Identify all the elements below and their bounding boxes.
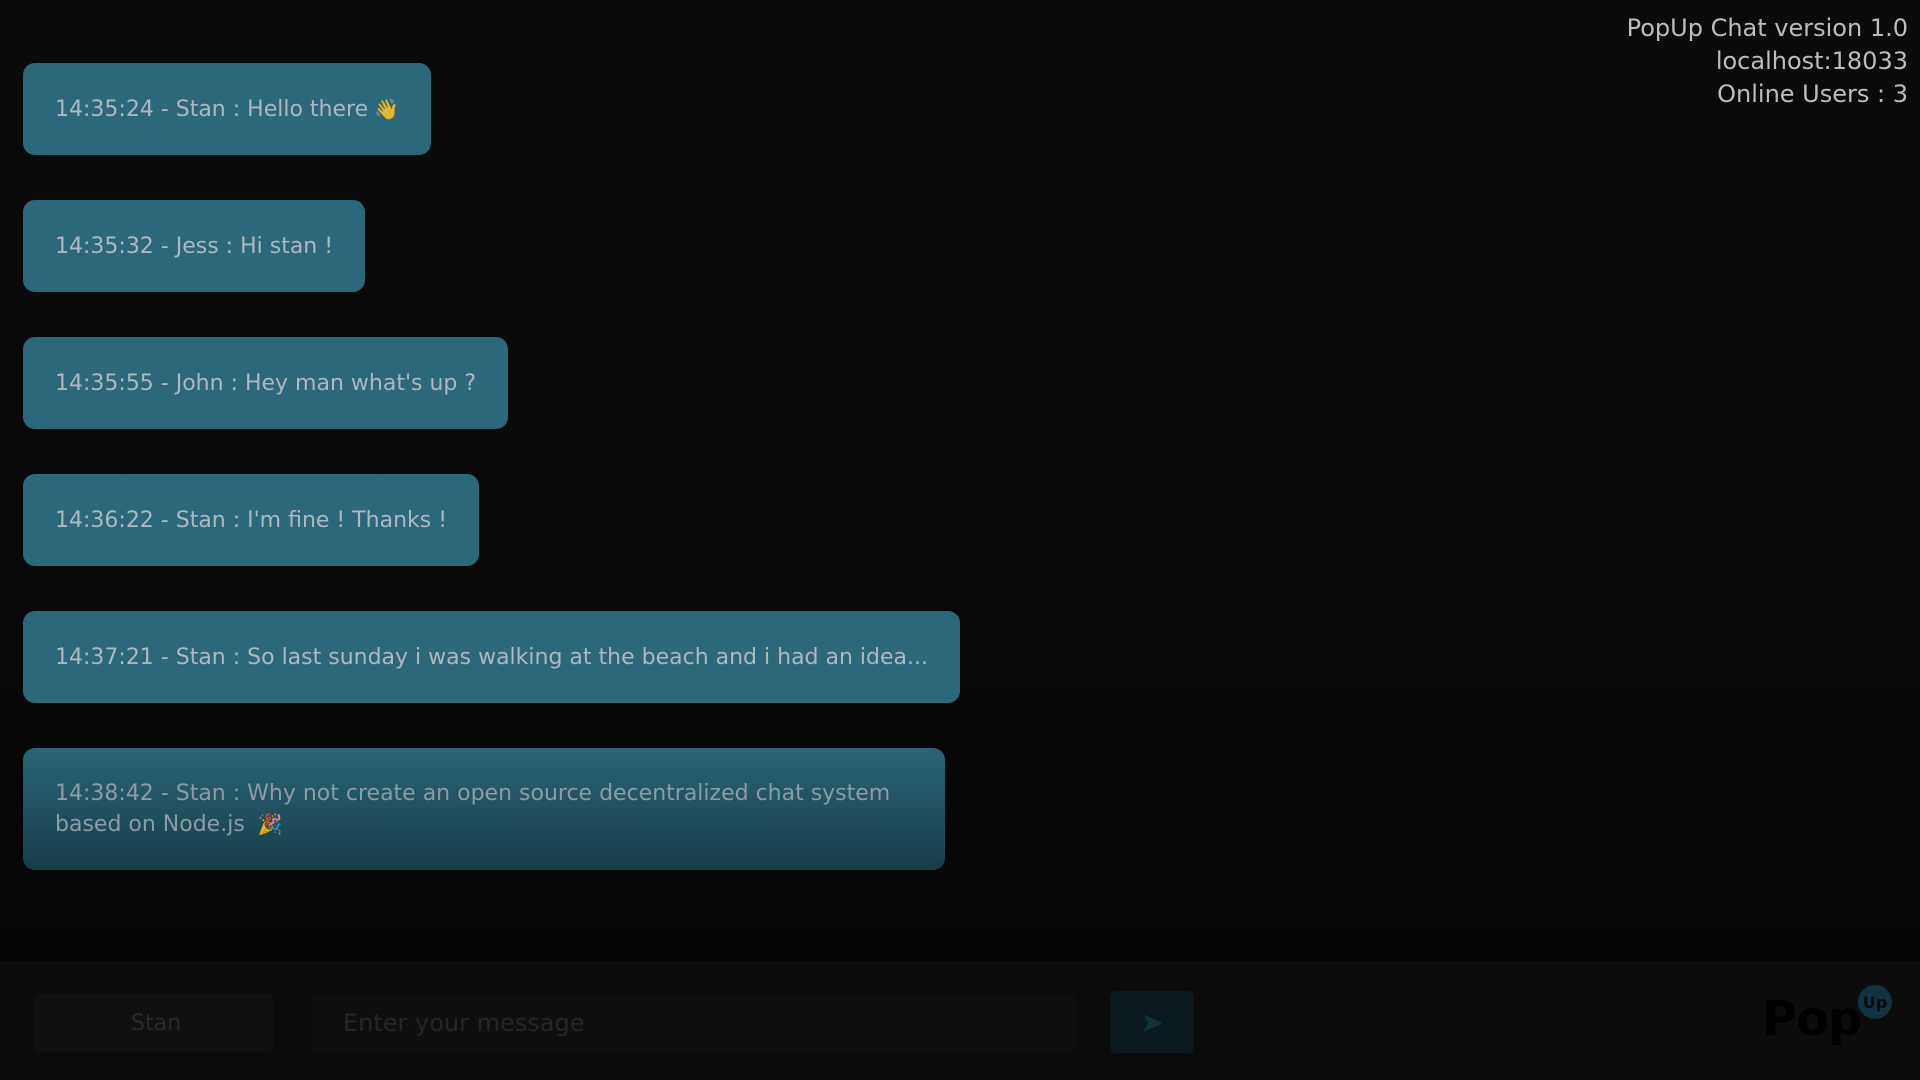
online-users-label: Online Users : 3: [1717, 80, 1908, 108]
host-label: localhost:18033: [1715, 47, 1908, 75]
message-list: 14:35:24 - Stan : Hello there 👋 14:35:32…: [23, 63, 1023, 870]
composer-bar: Stan ➤ Pop Up: [0, 961, 1920, 1080]
party-popper-icon: 🎉: [257, 812, 283, 836]
message-bubble: 14:37:21 - Stan : So last sunday i was w…: [23, 611, 960, 703]
message-text: 14:38:42 - Stan : Why not create an open…: [55, 781, 891, 837]
message-text: 14:35:55 - John : Hey man what's up ?: [55, 370, 477, 396]
username-field[interactable]: Stan: [33, 994, 273, 1052]
message-bubble: 14:38:42 - Stan : Why not create an open…: [23, 748, 945, 870]
message-bubble: 14:35:24 - Stan : Hello there 👋: [23, 63, 432, 155]
chat-app: PopUp Chat version 1.0 localhost:18033 O…: [0, 0, 1920, 1080]
message-content: 14:38:42 - Stan : Why not create an open…: [55, 778, 913, 840]
send-arrow-icon: ➤: [1140, 1005, 1164, 1039]
version-label: PopUp Chat version 1.0: [1626, 14, 1908, 42]
logo-text: Pop: [1762, 991, 1863, 1047]
popup-logo: Pop Up: [1762, 985, 1892, 1055]
message-text: 14:35:32 - Jess : Hi stan !: [55, 233, 334, 259]
message-text: 14:37:21 - Stan : So last sunday i was w…: [55, 644, 928, 670]
message-input[interactable]: [313, 994, 1075, 1052]
logo-badge: Up: [1858, 985, 1892, 1019]
message-bubble: 14:35:32 - Jess : Hi stan !: [23, 200, 366, 292]
server-info: PopUp Chat version 1.0 localhost:18033 O…: [1627, 12, 1908, 111]
message-text: 14:36:22 - Stan : I'm fine ! Thanks !: [55, 507, 448, 533]
wave-icon: 👋: [374, 96, 400, 121]
message-text: 14:35:24 - Stan : Hello there: [55, 96, 369, 122]
message-bubble: 14:36:22 - Stan : I'm fine ! Thanks !: [23, 474, 480, 566]
username-value: Stan: [131, 1010, 182, 1036]
message-bubble: 14:35:55 - John : Hey man what's up ?: [23, 337, 509, 429]
send-button[interactable]: ➤: [1110, 991, 1194, 1053]
